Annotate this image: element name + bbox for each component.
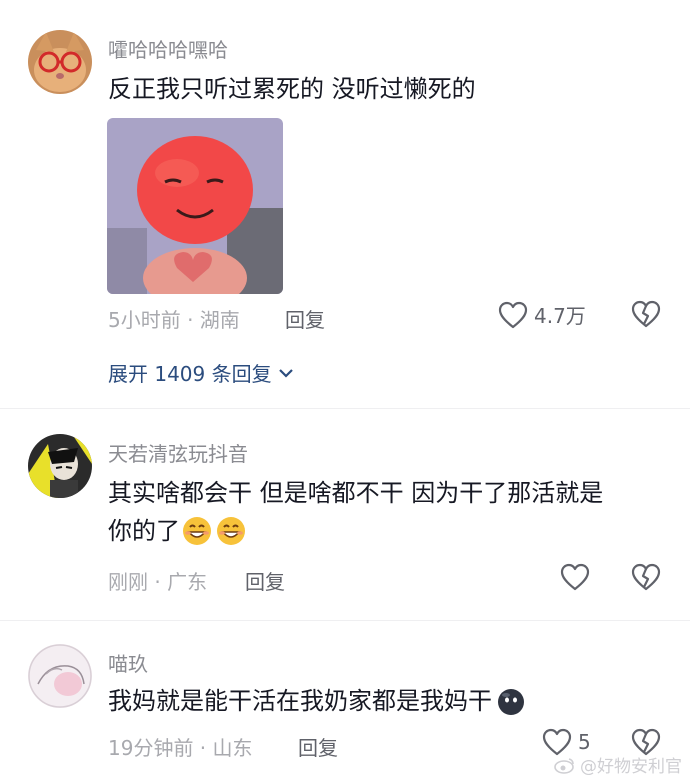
dark-blob-emoji xyxy=(498,689,524,715)
comment-text-line-1: 其实啥都会干 但是啥都不干 因为干了那活就是 xyxy=(108,479,604,507)
avatar[interactable] xyxy=(28,434,92,498)
username[interactable]: 天若清弦玩抖音 xyxy=(108,438,248,467)
comment-meta: 刚刚 · 广东 xyxy=(108,570,208,594)
anime-avatar-icon xyxy=(28,434,92,498)
comment-text: 反正我只听过累死的 没听过懒死的 xyxy=(108,75,476,103)
like-button[interactable]: 4.7万 xyxy=(498,300,586,329)
broken-heart-icon xyxy=(631,300,661,328)
red-face-sticker-icon xyxy=(107,118,283,294)
dislike-button[interactable] xyxy=(631,300,661,332)
comment-2: 天若清弦玩抖音 其实啥都会干 但是啥都不干 因为干了那活就是 你的了 刚刚 · … xyxy=(0,408,690,620)
avatar[interactable] xyxy=(28,30,92,94)
reply-button[interactable]: 回复 xyxy=(285,304,325,333)
like-count: 5 xyxy=(578,730,591,754)
like-count: 4.7万 xyxy=(534,304,586,328)
comment-image-sticker[interactable] xyxy=(107,118,283,294)
heart-icon xyxy=(560,563,590,591)
comment-meta: 19分钟前 · 山东 xyxy=(108,736,253,760)
chevron-down-icon xyxy=(278,368,293,378)
comment-meta: 5小时前 · 湖南 xyxy=(108,308,240,332)
broken-heart-icon xyxy=(631,563,661,591)
reply-button[interactable]: 回复 xyxy=(245,566,285,595)
comment-text: 我妈就是能干活在我奶家都是我妈干 xyxy=(108,682,668,720)
grin-emoji xyxy=(217,517,245,545)
comment-1: 嚯哈哈哈嘿哈 反正我只听过累死的 没听过懒死的 5小时前 · 湖南 回复 4.7… xyxy=(0,0,690,408)
cat-avatar-icon xyxy=(28,30,92,94)
comment-text-content: 我妈就是能干活在我奶家都是我妈干 xyxy=(108,687,492,715)
like-button[interactable] xyxy=(560,563,590,591)
watermark-text: @好物安利官 xyxy=(580,757,682,777)
watermark: @好物安利官 xyxy=(554,752,682,777)
comment-text-line-2: 你的了 xyxy=(108,512,668,550)
expand-replies-label: 展开 1409 条回复 xyxy=(108,362,272,386)
avatar[interactable] xyxy=(28,644,92,708)
heart-icon xyxy=(498,301,528,328)
reply-button[interactable]: 回复 xyxy=(298,732,338,761)
weibo-logo xyxy=(554,757,574,774)
grin-emoji xyxy=(183,517,211,545)
expand-replies-button[interactable]: 展开 1409 条回复 xyxy=(108,358,294,387)
sketch-avatar-icon xyxy=(28,644,92,708)
comment-text-line-2-text: 你的了 xyxy=(108,517,180,545)
comment-text: 其实啥都会干 但是啥都不干 因为干了那活就是 你的了 xyxy=(108,474,668,550)
username[interactable]: 嚯哈哈哈嘿哈 xyxy=(108,34,228,63)
dislike-button[interactable] xyxy=(631,563,661,595)
username[interactable]: 喵玖 xyxy=(108,648,148,677)
